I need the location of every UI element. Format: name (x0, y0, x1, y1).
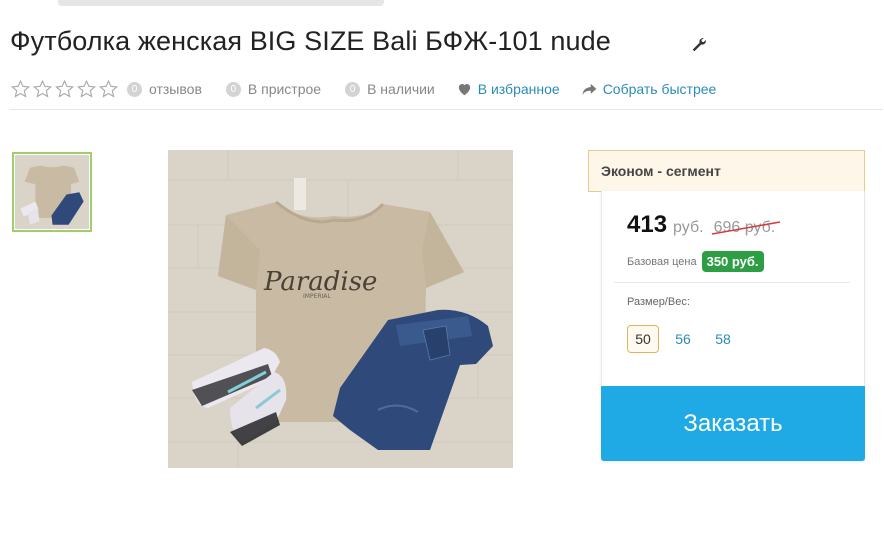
stock-status-preorder: 0 В пристрое (225, 81, 322, 97)
share-label: Собрать быстрее (602, 81, 717, 97)
top-scroll-strip (58, 0, 384, 6)
base-price-badge: 350 руб. (701, 251, 764, 272)
size-option-50[interactable]: 50 (627, 325, 659, 353)
reviews-link[interactable]: 0 отзывов (127, 81, 202, 97)
preorder-label: В пристрое (247, 81, 322, 97)
reviews-label: отзывов (149, 81, 202, 97)
product-meta-bar: 0 отзывов 0 В пристрое 0 В наличии В изб… (10, 78, 716, 100)
segment-header: Эконом - сегмент (588, 150, 865, 192)
current-price: 413 (627, 211, 668, 238)
star-icon[interactable] (98, 79, 119, 99)
size-option-56[interactable]: 56 (667, 325, 699, 353)
base-price-row: Базовая цена 350 руб. (627, 251, 764, 272)
product-main-photo[interactable]: Paradise IMPERIAL (168, 150, 513, 468)
stock-status-available: 0 В наличии (345, 81, 435, 97)
size-label: Размер/Вес: (627, 296, 690, 308)
thumbnail-image (15, 155, 89, 229)
order-button[interactable]: Заказать (601, 386, 865, 461)
preorder-count-badge: 0 (225, 81, 241, 97)
star-icon[interactable] (54, 79, 75, 99)
add-to-favorites-link[interactable]: В избранное (457, 81, 560, 97)
star-icon[interactable] (32, 79, 53, 99)
size-selector: 50 56 58 (627, 325, 739, 353)
price-currency: руб. (673, 219, 704, 236)
reviews-count-badge: 0 (127, 81, 142, 97)
product-title: Футболка женская BIG SIZE Bali БФЖ-101 n… (10, 26, 611, 56)
header-divider (10, 109, 883, 110)
star-icon[interactable] (76, 79, 97, 99)
gallery-thumbnail[interactable] (12, 152, 92, 232)
card-divider (614, 282, 850, 283)
favorites-label: В избранное (477, 81, 560, 97)
strikethrough-line (711, 221, 780, 235)
star-icon[interactable] (10, 79, 31, 99)
size-option-58[interactable]: 58 (707, 325, 739, 353)
price-row: 413 руб. 696 руб. (627, 211, 780, 239)
available-count-badge: 0 (345, 81, 361, 97)
old-price: 696 руб. (711, 219, 780, 237)
wrench-icon[interactable] (690, 36, 708, 54)
rating-stars[interactable] (10, 79, 119, 99)
share-arrow-icon (582, 83, 597, 95)
heart-icon (458, 84, 470, 96)
available-label: В наличии (367, 81, 435, 97)
product-image: Paradise IMPERIAL (168, 150, 513, 468)
svg-text:IMPERIAL: IMPERIAL (303, 293, 331, 300)
quick-assemble-link[interactable]: Собрать быстрее (582, 81, 717, 97)
base-price-label: Базовая цена (627, 255, 697, 268)
